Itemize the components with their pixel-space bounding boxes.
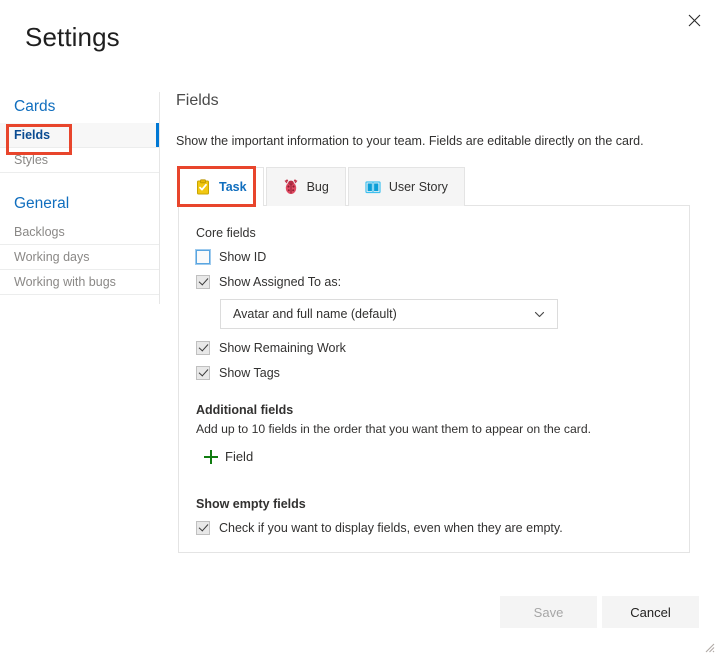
show-remaining-work-checkbox[interactable] — [196, 341, 210, 355]
plus-icon — [204, 449, 218, 464]
sidebar-group-title-cards: Cards — [14, 98, 56, 115]
resize-grip-icon[interactable] — [702, 640, 715, 653]
sidebar-item-backlogs[interactable]: Backlogs — [0, 220, 159, 245]
tab-label: User Story — [388, 180, 448, 194]
page-title: Settings — [25, 22, 120, 52]
main-header: Fields Show the important information to… — [176, 90, 696, 150]
section-heading: Fields — [176, 92, 219, 109]
user-story-book-icon — [365, 179, 381, 195]
dialog-footer: Save Cancel — [0, 596, 717, 630]
settings-dialog: Settings Cards Fields Styles General Bac… — [0, 0, 717, 655]
show-id-checkbox[interactable] — [195, 249, 211, 265]
add-field-button[interactable]: Field — [204, 449, 253, 464]
sidebar-item-styles[interactable]: Styles — [0, 148, 159, 173]
additional-fields-label: Additional fields — [196, 403, 294, 417]
section-description: Show the important information to your t… — [176, 134, 644, 148]
checkbox-row-show-empty-fields[interactable]: Check if you want to display fields, eve… — [196, 520, 671, 536]
show-empty-fields-label: Show empty fields — [196, 496, 306, 511]
close-button[interactable] — [675, 4, 713, 36]
sidebar-item-label: Styles — [14, 153, 49, 167]
add-field-label: Field — [225, 449, 254, 464]
sidebar-divider — [159, 92, 160, 304]
sidebar-item-fields[interactable]: Fields — [0, 123, 159, 148]
sidebar: Cards Fields Styles General Backlogs Wor… — [0, 92, 159, 307]
task-clipboard-icon — [195, 179, 211, 195]
fields-settings-panel: Core fields Show ID Show Assigned To as:… — [178, 205, 690, 553]
save-button[interactable]: Save — [500, 596, 597, 628]
core-fields-label: Core fields — [196, 226, 256, 240]
assigned-to-display-dropdown[interactable]: Avatar and full name (default) — [220, 299, 558, 329]
checkbox-row-show-assigned-to[interactable]: Show Assigned To as: — [196, 274, 671, 290]
show-empty-fields-checkbox[interactable] — [196, 520, 210, 535]
checkbox-row-show-remaining-work[interactable]: Show Remaining Work — [196, 340, 671, 356]
checkbox-label: Show Tags — [219, 366, 280, 380]
show-tags-checkbox[interactable] — [196, 366, 210, 380]
chevron-down-icon — [533, 308, 546, 321]
tab-bug[interactable]: Bug — [265, 167, 346, 206]
sidebar-item-working-with-bugs[interactable]: Working with bugs — [0, 270, 159, 295]
sidebar-item-working-days[interactable]: Working days — [0, 245, 159, 270]
sidebar-item-label: Working days — [14, 250, 90, 264]
show-assigned-to-checkbox[interactable] — [196, 275, 210, 289]
dropdown-value: Avatar and full name (default) — [233, 307, 397, 321]
checkbox-label: Show ID — [219, 250, 267, 264]
checkbox-label: Check if you want to display fields, eve… — [219, 520, 563, 535]
tab-task[interactable]: Task — [178, 167, 264, 207]
sidebar-group-general: General Backlogs Working days Working wi… — [0, 189, 159, 295]
checkbox-row-show-tags[interactable]: Show Tags — [196, 365, 671, 381]
sidebar-item-label: Backlogs — [14, 225, 65, 239]
work-item-type-tabs: Task Bug User Story — [178, 167, 467, 207]
tab-user-story[interactable]: User Story — [347, 167, 465, 206]
checkbox-label: Show Remaining Work — [219, 341, 346, 355]
tab-label: Task — [219, 180, 247, 194]
sidebar-item-label: Working with bugs — [14, 275, 116, 289]
cancel-button[interactable]: Cancel — [602, 596, 699, 628]
close-icon — [688, 14, 701, 27]
sidebar-group-cards: Cards Fields Styles — [0, 92, 159, 173]
checkbox-row-show-id[interactable]: Show ID — [195, 249, 671, 265]
bug-ladybug-icon — [283, 179, 299, 195]
sidebar-group-title-general: General — [14, 195, 70, 212]
checkbox-label: Show Assigned To as: — [219, 275, 342, 289]
additional-fields-description: Add up to 10 fields in the order that yo… — [196, 422, 591, 436]
sidebar-item-label: Fields — [14, 128, 51, 142]
tab-label: Bug — [306, 180, 329, 194]
